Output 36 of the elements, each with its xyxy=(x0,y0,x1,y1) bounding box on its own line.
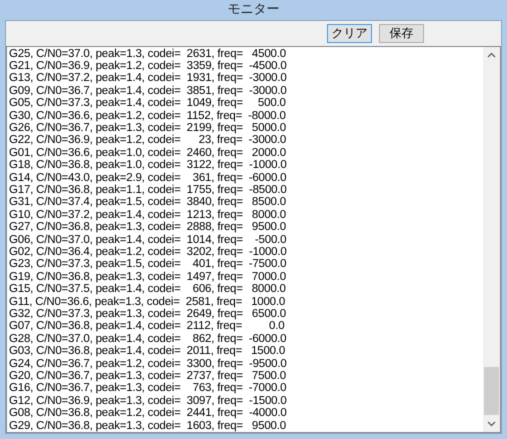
log-line: G14, C/N0=43.0, peak=2.9, codei= 361, freq= -6000.0 xyxy=(9,172,288,184)
log-line: G31, C/N0=37.4, peak=1.5, codei= 3840, freq= 8500.0 xyxy=(9,196,287,209)
log-line: G18, C/N0=36.8, peak=1.0, codei= 3122, freq= -1000.0 xyxy=(9,159,288,172)
scroll-thumb[interactable] xyxy=(484,367,499,416)
vertical-scrollbar[interactable] xyxy=(483,46,500,432)
log-line: G20, C/N0=36.7, peak=1.3, codei= 2737, freq= 7500.0 xyxy=(9,370,287,382)
log-line: G13, C/N0=37.2, peak=1.4, codei= 1931, freq= -3000.0 xyxy=(9,72,288,85)
log-line: G02, C/N0=36.4, peak=1.2, codei= 3202, freq= -1000.0 xyxy=(9,246,288,258)
log-line: G32, C/N0=37.3, peak=1.3, codei= 2649, freq= 6500.0 xyxy=(9,308,287,320)
log-line: G28, C/N0=37.0, peak=1.4, codei= 862, freq= -6000.0 xyxy=(9,332,288,346)
log-line: G23, C/N0=37.3, peak=1.5, codei= 401, freq= -7500.0 xyxy=(9,258,288,271)
log-line: G19, C/N0=36.8, peak=1.3, codei= 1497, freq= 7000.0 xyxy=(9,270,287,284)
log-line: G06, C/N0=37.0, peak=1.4, codei= 1014, freq= -500.0 xyxy=(9,234,288,246)
log-line: G17, C/N0=36.8, peak=1.1, codei= 1755, freq= -8500.0 xyxy=(9,184,288,196)
log-line: G27, C/N0=36.8, peak=1.3, codei= 2888, freq= 9500.0 xyxy=(9,221,287,234)
log-line: G29, C/N0=36.8, peak=1.3, codei= 1603, freq= 9500.0 xyxy=(9,420,287,432)
window-title: モニター xyxy=(228,1,280,19)
log-line: G01, C/N0=36.6, peak=1.0, codei= 2460, freq= 2000.0 xyxy=(9,146,287,160)
log-line: G07, C/N0=36.8, peak=1.4, codei= 2112, freq= 0.0 xyxy=(9,320,286,333)
log-line: G10, C/N0=37.2, peak=1.4, codei= 1213, freq= 8000.0 xyxy=(9,208,287,222)
log-line: G30, C/N0=36.6, peak=1.2, codei= 1152, freq= -8000.0 xyxy=(9,110,287,122)
log-line: G08, C/N0=36.8, peak=1.2, codei= 2441, freq= -4000.0 xyxy=(9,407,288,420)
log-line: G11, C/N0=36.6, peak=1.3, codei= 2581, freq= 1000.0 xyxy=(9,296,286,308)
log-line: G16, C/N0=36.7, peak=1.3, codei= 763, freq= -7000.0 xyxy=(9,382,288,395)
log-line: G24, C/N0=36.7, peak=1.2, codei= 3300, freq= -9500.0 xyxy=(9,358,288,370)
log-line: G21, C/N0=36.9, peak=1.2, codei= 3359, freq= -4500.0 xyxy=(9,60,288,72)
log-line: G03, C/N0=36.8, peak=1.4, codei= 2011, freq= 1500.0 xyxy=(9,345,286,358)
log-line: G25, C/N0=37.0, peak=1.3, codei= 2631, freq= 4500.0 xyxy=(9,48,287,60)
log-line: G26, C/N0=36.7, peak=1.3, codei= 2199, freq= 5000.0 xyxy=(9,122,287,134)
toolbar-button[interactable]: 保存 xyxy=(379,24,424,42)
toolbar-button[interactable]: クリア xyxy=(327,24,372,42)
log-line: G05, C/N0=37.3, peak=1.4, codei= 1049, freq= 500.0 xyxy=(9,97,287,110)
log-line: G15, C/N0=37.5, peak=1.4, codei= 606, freq= 8000.0 xyxy=(9,283,287,296)
log-line: G12, C/N0=36.9, peak=1.3, codei= 3097, freq= -1500.0 xyxy=(9,394,288,408)
log-line: G09, C/N0=36.7, peak=1.4, codei= 3851, freq= -3000.0 xyxy=(9,84,288,98)
log-line: G22, C/N0=36.9, peak=1.2, codei= 23, freq= -3000.0 xyxy=(9,134,288,147)
